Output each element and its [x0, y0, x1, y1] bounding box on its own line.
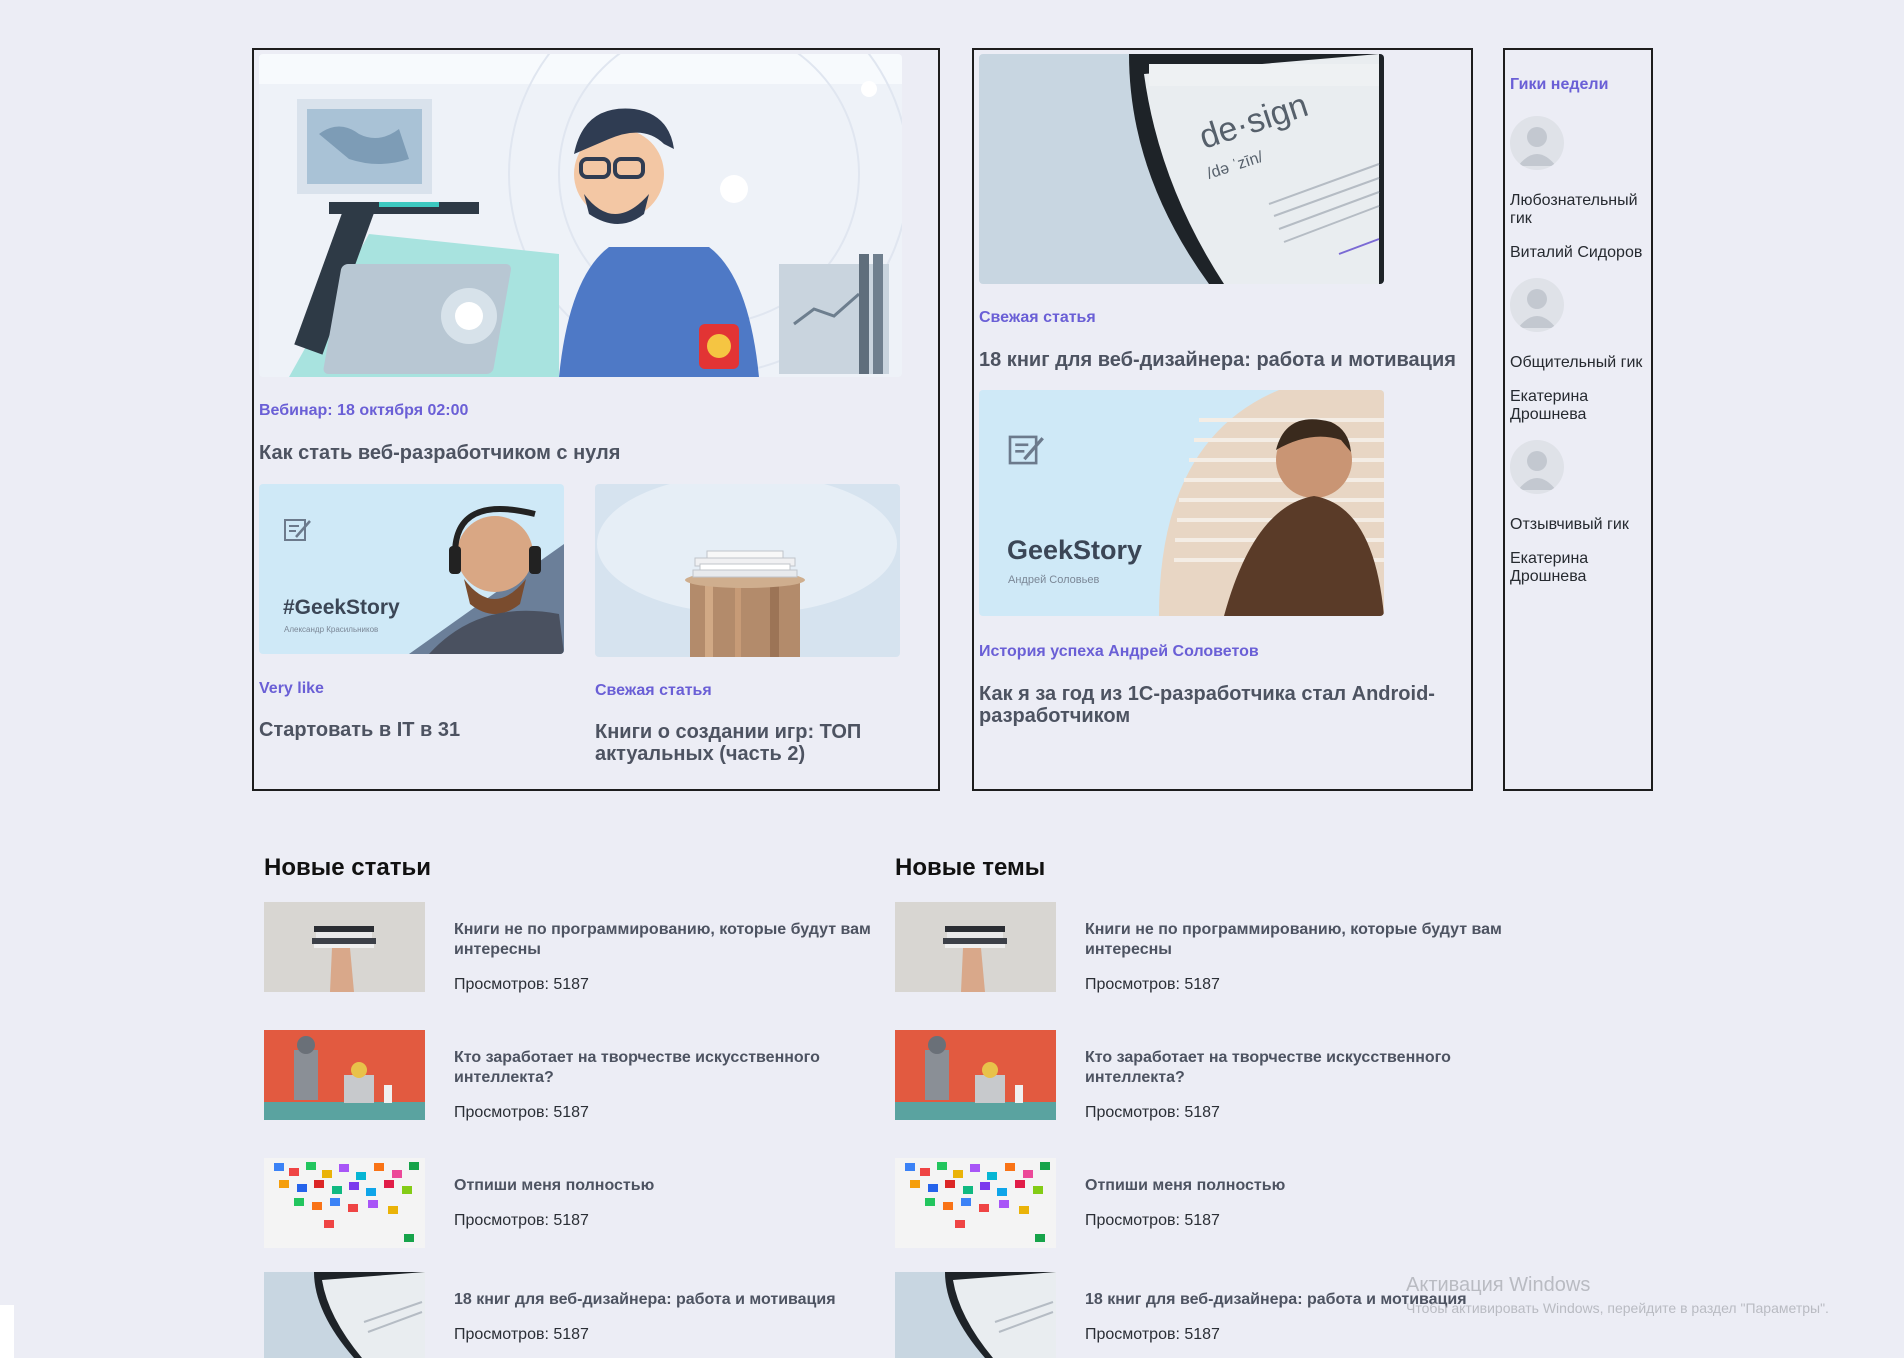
small1-title[interactable]: Стартовать в IT в 31	[259, 719, 559, 741]
topic-thumb-design[interactable]	[895, 1272, 1056, 1358]
geekstory-author-1: Александр Красильников	[284, 625, 379, 634]
article-title[interactable]: Книги не по программированию, которые бу…	[454, 920, 884, 960]
article-title[interactable]: Отпиши меня полностью	[454, 1176, 884, 1196]
topic-views: Просмотров: 5187	[1085, 1326, 1220, 1343]
card1-meta[interactable]: Свежая статья	[979, 309, 1096, 327]
topic-thumb-robots[interactable]	[895, 1030, 1056, 1120]
article-views: Просмотров: 5187	[454, 1326, 589, 1343]
small1-meta[interactable]: Very like	[259, 680, 324, 698]
article-views: Просмотров: 5187	[454, 1212, 589, 1229]
article-views: Просмотров: 5187	[454, 976, 589, 993]
article-thumb-robots[interactable]	[264, 1030, 425, 1120]
topic-thumb-books[interactable]	[895, 902, 1056, 992]
webinar-title[interactable]: Как стать веб-разработчиком с нуля	[259, 442, 899, 464]
geekstory-author-2: Андрей Соловьев	[1008, 574, 1100, 586]
article-thumb-books[interactable]	[264, 902, 425, 992]
user-avatar-icon[interactable]	[1510, 278, 1564, 332]
small2-meta[interactable]: Свежая статья	[595, 682, 712, 700]
geekstory-badge-2: GeekStory	[1007, 535, 1143, 565]
white-corner	[0, 1305, 14, 1358]
article-title[interactable]: Кто заработает на творчестве искусственн…	[454, 1048, 884, 1088]
topic-thumb-keys[interactable]	[895, 1158, 1056, 1248]
geek-name-3[interactable]: Екатерина Дрошнева	[1510, 550, 1610, 586]
geek-name-1[interactable]: Виталий Сидоров	[1510, 244, 1650, 262]
activation-watermark-text: Чтобы активировать Windows, перейдите в …	[1406, 1300, 1829, 1316]
user-avatar-icon[interactable]	[1510, 116, 1564, 170]
topic-title[interactable]: Отпиши меня полностью	[1085, 1176, 1515, 1196]
webinar-image[interactable]	[259, 54, 902, 377]
topic-views: Просмотров: 5187	[1085, 976, 1220, 993]
activation-watermark-title: Активация Windows	[1406, 1274, 1591, 1296]
geek-title-3: Отзывчивый гик	[1510, 516, 1629, 533]
article-thumb-design[interactable]	[264, 1272, 425, 1358]
card1-title[interactable]: 18 книг для веб-дизайнера: работа и моти…	[979, 349, 1459, 371]
article-title[interactable]: 18 книг для веб-дизайнера: работа и моти…	[454, 1290, 884, 1310]
small2-title[interactable]: Книги о создании игр: ТОП актуальных (ча…	[595, 721, 895, 765]
geekstory-badge-1: #GeekStory	[283, 596, 400, 619]
card2-title[interactable]: Как я за год из 1С-разработчика стал And…	[979, 683, 1459, 727]
topic-views: Просмотров: 5187	[1085, 1104, 1220, 1121]
books-stump-image[interactable]	[595, 484, 900, 657]
note-pen-icon	[1008, 433, 1046, 467]
topic-title[interactable]: Книги не по программированию, которые бу…	[1085, 920, 1515, 960]
geek-title-1: Любознательный гик	[1510, 192, 1638, 227]
card2-meta[interactable]: История успеха Андрей Соловетов	[979, 643, 1259, 661]
webinar-meta[interactable]: Вебинар: 18 октября 02:00	[259, 402, 468, 420]
article-thumb-keys[interactable]	[264, 1158, 425, 1248]
note-pen-icon	[284, 517, 312, 543]
new-topics-title: Новые темы	[895, 854, 1046, 881]
new-articles-title: Новые статьи	[264, 854, 431, 881]
design-phone-image[interactable]: de·sign /də ˈzīn/	[979, 54, 1384, 284]
geek-title-2: Общительный гик	[1510, 354, 1643, 371]
article-views: Просмотров: 5187	[454, 1104, 589, 1121]
topic-title[interactable]: Кто заработает на творчестве искусственн…	[1085, 1048, 1515, 1088]
geek-name-2[interactable]: Екатерина Дрошнева	[1510, 388, 1610, 424]
user-avatar-icon[interactable]	[1510, 440, 1564, 494]
topic-views: Просмотров: 5187	[1085, 1212, 1220, 1229]
geeks-heading: Гики недели	[1510, 76, 1609, 93]
